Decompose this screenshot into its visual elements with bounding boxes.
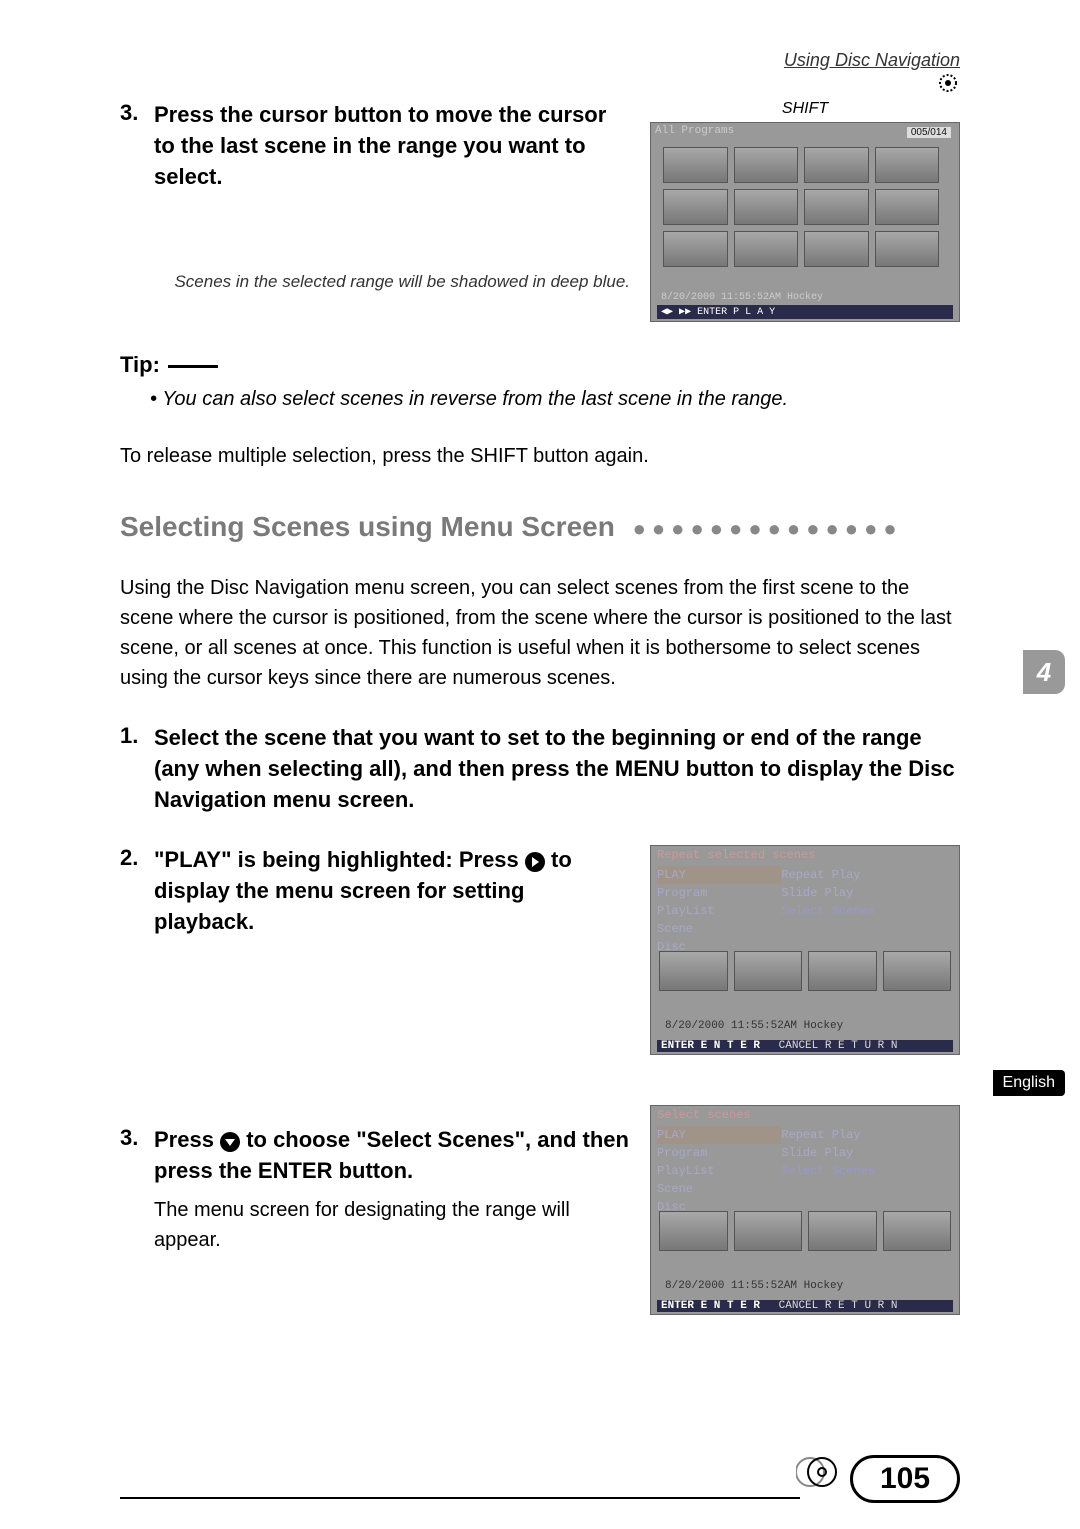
breadcrumb: Using Disc Navigation [760,50,960,100]
menu-status: 8/20/2000 11:55:52AM Hockey [665,1020,843,1032]
step-text: "PLAY" is being highlighted: Press to di… [154,845,630,937]
screenshot-all-programs: All Programs 005/014 8/20/2000 11:55:52A… [650,122,960,322]
figure-shift: SHIFT All Programs 005/014 8/20/2000 11:… [650,100,960,322]
tip-label: Tip: [120,352,160,377]
menu-left: PLAY Program PlayList Scene Disc [657,866,781,956]
footer: 105 [0,1497,1080,1499]
step-num: 1. [120,723,154,815]
screenshot-menu-play: Repeat selected scenes PLAY Program Play… [650,845,960,1055]
disc-icon [796,1455,840,1494]
step-text: Select the scene that you want to set to… [154,723,960,815]
shift-caption: SHIFT [650,100,960,118]
breadcrumb-text: Using Disc Navigation [784,50,960,70]
intro-para: Using the Disc Navigation menu screen, y… [120,573,960,693]
step-2: 2. "PLAY" is being highlighted: Press to… [120,845,630,937]
menu-status: 8/20/2000 11:55:52AM Hockey [665,1280,843,1292]
menu-right: Repeat Play Slide Play Select Scenes [781,866,953,956]
figure-menu-select: Select scenes PLAY Program PlayList Scen… [650,1105,960,1315]
tip-bullet: • You can also select scenes in reverse … [150,388,960,411]
mini-footer: ◀▶ ▶▶ ENTER P L A Y [657,305,953,319]
step-num: 3. [120,1125,154,1255]
release-para: To release multiple selection, press the… [120,441,960,471]
step-num: 3. [120,100,154,192]
down-arrow-icon [220,1132,240,1152]
right-arrow-icon [525,852,545,872]
section-title: Selecting Scenes using Menu Screen ●●●●●… [120,511,960,543]
step-1: 1. Select the scene that you want to set… [120,723,960,815]
mini-status: 8/20/2000 11:55:52AM Hockey [661,292,823,303]
menu-footer: ENTER E N T E R CANCEL R E T U R N [657,1040,953,1052]
menu-title: Select scenes [657,1108,751,1122]
chapter-tab: 4 [1023,650,1065,694]
section-dots: ●●●●●●●●●●●●●● [633,516,903,542]
step-3-cursor: 3. Press the cursor button to move the c… [120,100,630,192]
menu-right: Repeat Play Slide Play Select Scenes [781,1126,953,1216]
step-subtext: The menu screen for designating the rang… [154,1195,630,1255]
menu-left: PLAY Program PlayList Scene Disc [657,1126,781,1216]
menu-footer: ENTER E N T E R CANCEL R E T U R N [657,1300,953,1312]
disc-nav-icon [936,71,960,100]
step-3-select: 3. Press to choose "Select Scenes", and … [120,1125,630,1255]
menu-title: Repeat selected scenes [657,848,815,862]
page-number: 105 [850,1455,960,1503]
mini-counter: 005/014 [907,127,951,138]
mini-title: All Programs [655,125,734,137]
tip-block: Tip: • You can also select scenes in rev… [120,352,960,411]
figure-menu-play: Repeat selected scenes PLAY Program Play… [650,845,960,1055]
step-text: Press the cursor button to move the curs… [154,100,630,192]
step-text: Press to choose "Select Scenes", and the… [154,1125,630,1255]
screenshot-menu-select: Select scenes PLAY Program PlayList Scen… [650,1105,960,1315]
thumb-grid [663,147,939,267]
language-tab: English [993,1070,1065,1096]
step-num: 2. [120,845,154,937]
